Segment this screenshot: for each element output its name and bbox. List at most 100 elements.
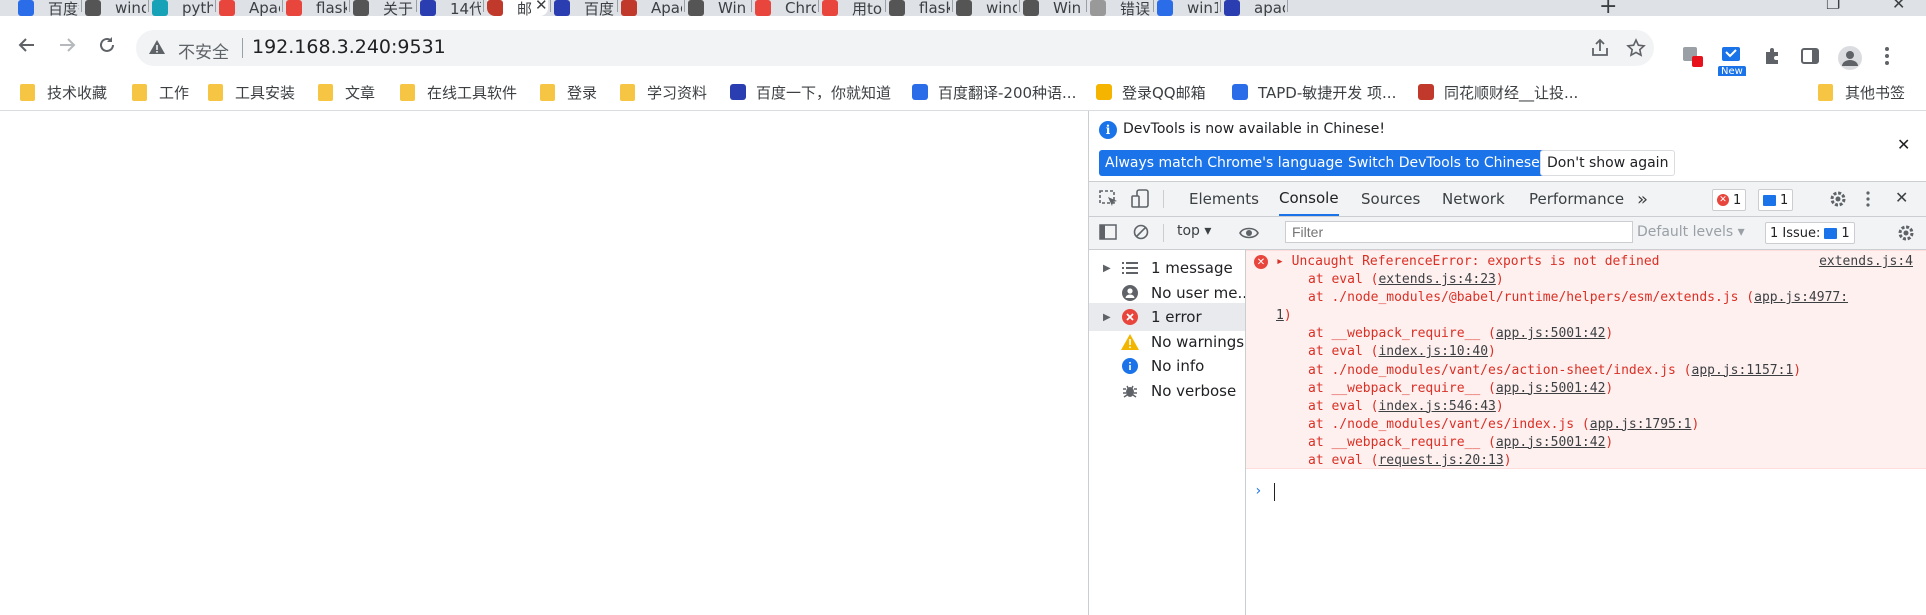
browser-tab[interactable]: win1: [1157, 0, 1218, 16]
console-settings-gear-icon[interactable]: [1897, 224, 1915, 246]
browser-tab[interactable]: 百度翻: [18, 0, 79, 16]
bookmark-item[interactable]: 工具安装: [208, 80, 295, 104]
live-expression-eye-icon[interactable]: [1239, 225, 1259, 244]
tab-favicon-icon: [822, 0, 838, 16]
match-language-button[interactable]: Always match Chrome's language: [1099, 150, 1349, 176]
stack-frame-link[interactable]: request.js:20:13: [1378, 453, 1503, 468]
stack-frame-link[interactable]: app.js:1795:1: [1590, 417, 1692, 432]
reload-button[interactable]: [90, 28, 124, 62]
other-bookmarks[interactable]: 其他书签: [1818, 80, 1905, 104]
warning-icon[interactable]: [148, 38, 166, 60]
tab-network[interactable]: Network: [1442, 182, 1505, 216]
bookmark-item[interactable]: 在线工具软件: [400, 80, 517, 104]
insecure-label[interactable]: 不安全: [178, 38, 229, 63]
browser-tab[interactable]: 14代: [420, 0, 481, 16]
profile-avatar-icon[interactable]: [1838, 46, 1862, 74]
browser-tab[interactable]: flask: [889, 0, 950, 16]
browser-tab[interactable]: wind: [85, 0, 146, 16]
browser-tab[interactable]: Apac: [621, 0, 682, 16]
stack-frame-link[interactable]: index.js:10:40: [1378, 344, 1488, 359]
close-devtools-icon[interactable]: ✕: [1895, 188, 1908, 207]
devtools-menu-icon[interactable]: [1865, 191, 1871, 211]
tab-divider: [1153, 0, 1154, 12]
stack-frame-link[interactable]: app.js:5001:42: [1496, 326, 1606, 341]
bookmark-item[interactable]: 学习资料: [620, 80, 707, 104]
back-button[interactable]: [10, 28, 44, 62]
share-icon[interactable]: [1590, 38, 1610, 62]
bookmark-item[interactable]: TAPD-敏捷开发 项...: [1232, 80, 1396, 104]
tab-elements[interactable]: Elements: [1189, 182, 1259, 216]
bookmark-item[interactable]: 登录QQ邮箱: [1096, 80, 1206, 104]
browser-tab[interactable]: apac: [1224, 0, 1285, 16]
message-count-badge[interactable]: 1: [1758, 189, 1794, 211]
stack-frame-link[interactable]: 1: [1276, 308, 1284, 323]
error-header[interactable]: ▸ Uncaught ReferenceError: exports is no…: [1276, 254, 1660, 269]
bookmark-item[interactable]: 百度一下，你就知道: [730, 80, 891, 104]
console-input-caret[interactable]: [1274, 483, 1275, 501]
bookmark-item[interactable]: 文章: [318, 80, 375, 104]
browser-tab[interactable]: flask: [286, 0, 347, 16]
stack-frame-link[interactable]: extends.js:4:23: [1378, 272, 1495, 287]
browser-tab[interactable]: Win: [1023, 0, 1084, 16]
new-tab-button[interactable]: +: [1599, 0, 1617, 16]
browser-tab[interactable]: 错误: [1090, 0, 1151, 16]
stack-frame-link[interactable]: app.js:1157:1: [1692, 363, 1794, 378]
browser-tab[interactable]: 百度: [554, 0, 615, 16]
browser-tab[interactable]: 关于: [353, 0, 414, 16]
address-bar[interactable]: 不安全 192.168.3.240:9531: [136, 30, 1654, 66]
expand-arrow-icon[interactable]: ▶: [1103, 263, 1111, 274]
sidebar-item-info[interactable]: No info: [1089, 352, 1245, 380]
bookmark-star-icon[interactable]: [1626, 38, 1646, 62]
context-select[interactable]: top ▾: [1177, 223, 1211, 239]
toggle-sidebar-icon[interactable]: [1099, 224, 1117, 244]
browser-tab[interactable]: wind: [956, 0, 1017, 16]
forward-button[interactable]: [50, 28, 84, 62]
menu-kebab-icon[interactable]: [1884, 46, 1890, 70]
close-window-icon[interactable]: ✕: [1892, 0, 1905, 13]
restore-window-icon[interactable]: ❐: [1826, 0, 1840, 13]
default-levels-select[interactable]: Default levels ▾: [1637, 224, 1745, 240]
expand-arrow-icon[interactable]: ▶: [1103, 312, 1111, 323]
device-toolbar-icon[interactable]: [1131, 189, 1151, 213]
stack-frame-link[interactable]: app.js:5001:42: [1496, 381, 1606, 396]
browser-tab[interactable]: Chro: [755, 0, 816, 16]
settings-gear-icon[interactable]: [1829, 190, 1847, 212]
browser-tab[interactable]: Apac: [219, 0, 280, 16]
stack-frame-link[interactable]: app.js:5001:42: [1496, 435, 1606, 450]
browser-tab[interactable]: Win: [688, 0, 749, 16]
issues-button[interactable]: 1 Issue: 1: [1765, 222, 1855, 244]
filter-input[interactable]: [1285, 221, 1633, 243]
stack-frame-link[interactable]: index.js:546:43: [1378, 399, 1495, 414]
more-tabs-button[interactable]: »: [1637, 182, 1648, 216]
error-source-link[interactable]: extends.js:4: [1819, 254, 1913, 269]
close-tab-icon[interactable]: ✕: [535, 0, 548, 14]
bookmark-item[interactable]: 技术收藏: [20, 80, 107, 104]
tab-performance[interactable]: Performance: [1529, 182, 1624, 216]
close-infobar-icon[interactable]: ✕: [1897, 135, 1910, 154]
bookmark-label: 在线工具软件: [427, 83, 518, 102]
side-panel-icon[interactable]: [1800, 46, 1820, 70]
error-count-badge[interactable]: ✕ 1: [1712, 189, 1747, 211]
switch-chinese-button[interactable]: Switch DevTools to Chinese: [1342, 150, 1546, 176]
bookmark-item[interactable]: 登录: [540, 80, 597, 104]
tab-console[interactable]: Console: [1279, 182, 1339, 216]
clear-console-icon[interactable]: [1133, 224, 1149, 244]
bookmark-item[interactable]: 同花顺财经__让投...: [1418, 80, 1578, 104]
sidebar-item-error[interactable]: ▶ 1 error: [1089, 303, 1245, 331]
bookmark-item[interactable]: 百度翻译-200种语...: [912, 80, 1076, 104]
tab-sources[interactable]: Sources: [1361, 182, 1420, 216]
error-message[interactable]: ✕ ▸ Uncaught ReferenceError: exports is …: [1246, 250, 1926, 469]
issue-icon: [1824, 227, 1838, 239]
stack-frame-link[interactable]: app.js:4977:: [1754, 290, 1848, 305]
url-text[interactable]: 192.168.3.240:9531: [252, 36, 446, 58]
extensions-puzzle-icon[interactable]: [1762, 46, 1782, 70]
dont-show-again-button[interactable]: Don't show again: [1540, 150, 1676, 176]
browser-tab[interactable]: pyth: [152, 0, 213, 16]
extension-recorder-icon[interactable]: [1682, 46, 1704, 72]
sidebar-item-list[interactable]: ▶ 1 message: [1089, 254, 1245, 282]
bookmark-item[interactable]: 工作: [132, 80, 189, 104]
sidebar-item-bug[interactable]: No verbose: [1089, 377, 1245, 405]
browser-tab[interactable]: 用to: [822, 0, 883, 16]
infobar-message: DevTools is now available in Chinese!: [1123, 121, 1385, 137]
inspect-element-icon[interactable]: [1099, 190, 1119, 212]
